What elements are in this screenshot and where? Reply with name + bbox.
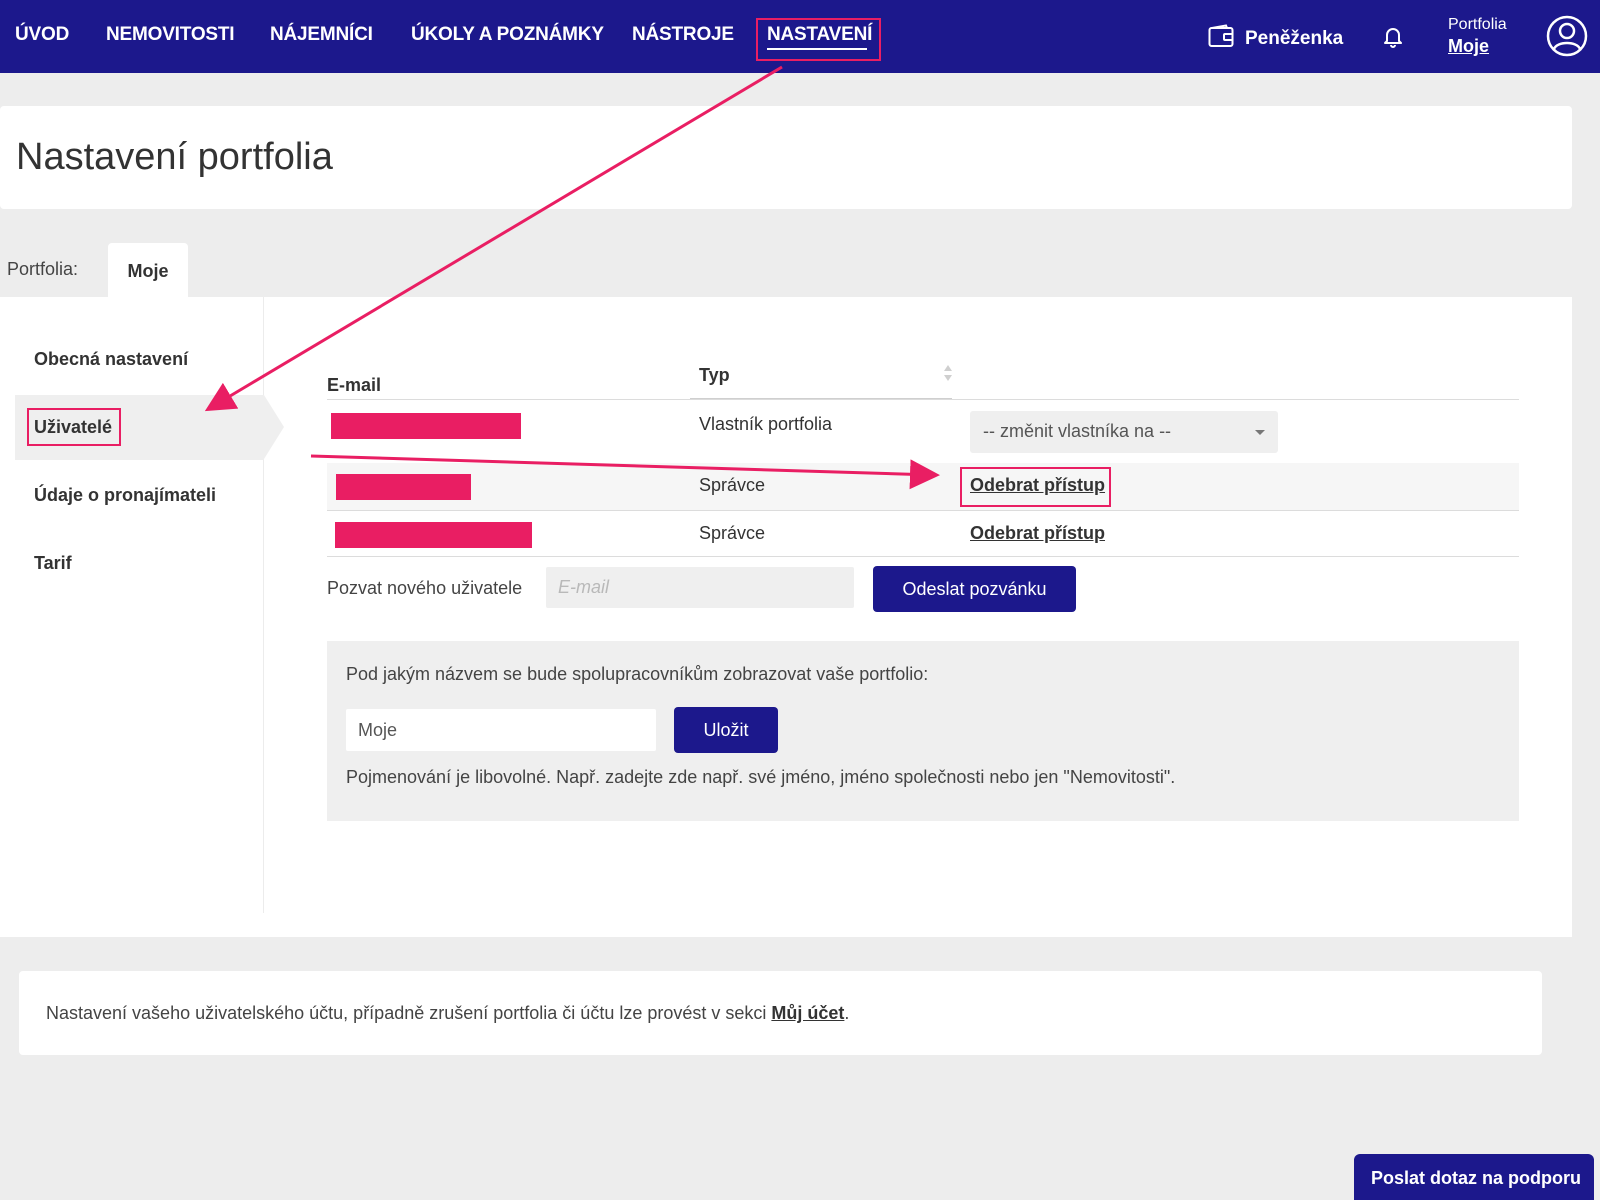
nav-highlight-box: [756, 18, 881, 61]
sort-icon[interactable]: [943, 363, 953, 388]
portfolio-name-hint: Pojmenování je libovolné. Např. zadejte …: [346, 767, 1176, 787]
page-header: Nastavení portfolia: [0, 106, 1572, 209]
portfolio-name-question: Pod jakým názvem se bude spolupracovníků…: [346, 664, 929, 684]
nav-item-nastroje[interactable]: NÁSTROJE: [632, 24, 734, 46]
nav-item-nemovitosti[interactable]: NEMOVITOSTI: [106, 24, 235, 46]
portfolio-switcher-value: Moje: [1448, 36, 1490, 56]
table-row-hover: [327, 463, 1519, 510]
account-note-prefix: Nastavení vašeho uživatelského účtu, pří…: [46, 1003, 772, 1023]
invite-label: Pozvat nového uživatele: [327, 578, 523, 598]
user-avatar-icon[interactable]: [1546, 15, 1588, 62]
send-invitation-button[interactable]: Odeslat pozvánku: [873, 566, 1076, 612]
redacted-email: [331, 413, 521, 439]
revoke-highlight-box: [960, 467, 1111, 507]
my-account-link[interactable]: Můj účet: [771, 1003, 844, 1023]
account-settings-note: Nastavení vašeho uživatelského účtu, pří…: [19, 971, 1542, 1055]
user-type: Vlastník portfolia: [699, 414, 833, 434]
change-owner-select-value: -- změnit vlastníka na --: [983, 421, 1172, 441]
settings-sidebar: Obecná nastavení Uživatelé Údaje o prona…: [0, 297, 284, 913]
nav-item-ukoly[interactable]: ÚKOLY A POZNÁMKY: [411, 24, 604, 46]
portfolio-name-section: Pod jakým názvem se bude spolupracovníků…: [327, 641, 1519, 821]
sidebar-item-tarif[interactable]: Tarif: [34, 553, 72, 574]
sidebar-highlight-box: [27, 408, 121, 446]
nav-item-najemnici[interactable]: NÁJEMNÍCI: [270, 24, 373, 46]
portfolio-switcher[interactable]: Portfolia Moje: [1448, 16, 1507, 57]
chevron-down-icon: [1255, 430, 1265, 435]
portfolio-name-input[interactable]: [346, 709, 656, 751]
redacted-email: [336, 474, 471, 500]
invite-email-input[interactable]: [546, 567, 854, 608]
tab-moje[interactable]: Moje: [108, 243, 188, 299]
column-header-type[interactable]: Typ: [699, 365, 730, 386]
sidebar-active-arrow: [264, 395, 284, 459]
page-title: Nastavení portfolia: [16, 136, 333, 178]
sidebar-item-obecna-nastaveni[interactable]: Obecná nastavení: [34, 349, 188, 370]
account-note-suffix: .: [844, 1003, 850, 1023]
user-type: Správce: [699, 523, 766, 543]
wallet-label: Peněženka: [1245, 28, 1344, 49]
settings-panel: Obecná nastavení Uživatelé Údaje o prona…: [0, 297, 1572, 937]
row-divider: [327, 510, 1519, 511]
change-owner-select[interactable]: -- změnit vlastníka na --: [970, 411, 1278, 453]
portfolio-switcher-label: Portfolia: [1448, 16, 1507, 33]
user-type: Správce: [699, 475, 766, 495]
table-header-divider: [327, 399, 1519, 400]
bell-icon[interactable]: [1381, 24, 1405, 53]
wallet-icon: [1208, 24, 1234, 54]
row-divider: [327, 556, 1519, 557]
account-note-text: Nastavení vašeho uživatelského účtu, pří…: [46, 1003, 849, 1024]
column-header-email: E-mail: [327, 375, 382, 395]
wallet-link[interactable]: Peněženka: [1208, 24, 1343, 54]
revoke-access-link[interactable]: Odebrat přístup: [970, 523, 1105, 544]
save-button[interactable]: Uložit: [674, 707, 778, 753]
top-navigation-bar: ÚVOD NEMOVITOSTI NÁJEMNÍCI ÚKOLY A POZNÁ…: [0, 0, 1600, 73]
portfolio-tabs-label: Portfolia:: [7, 259, 79, 279]
sidebar-item-udaje-o-pronajimateli[interactable]: Údaje o pronajímateli: [34, 485, 216, 506]
nav-item-uvod[interactable]: ÚVOD: [15, 24, 69, 46]
redacted-email: [335, 522, 532, 548]
support-button[interactable]: Poslat dotaz na podporu: [1354, 1154, 1594, 1200]
